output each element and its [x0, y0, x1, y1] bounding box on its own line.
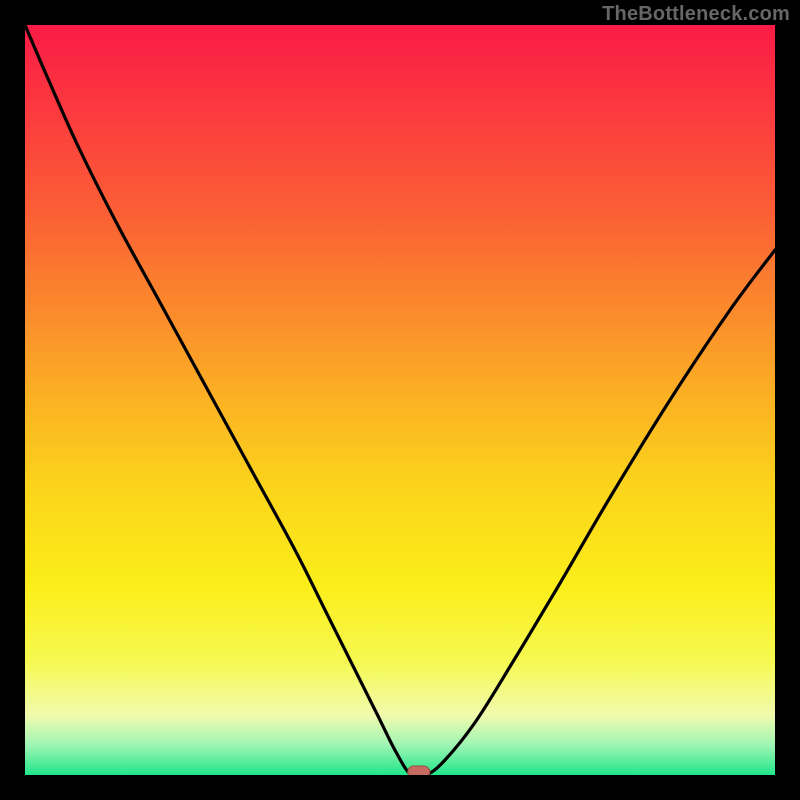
bottleneck-curve [25, 25, 775, 775]
optimum-marker [408, 766, 430, 775]
watermark-text: TheBottleneck.com [602, 3, 790, 26]
chart-frame: TheBottleneck.com [0, 0, 800, 800]
chart-svg [25, 25, 775, 775]
plot-area [25, 25, 775, 775]
